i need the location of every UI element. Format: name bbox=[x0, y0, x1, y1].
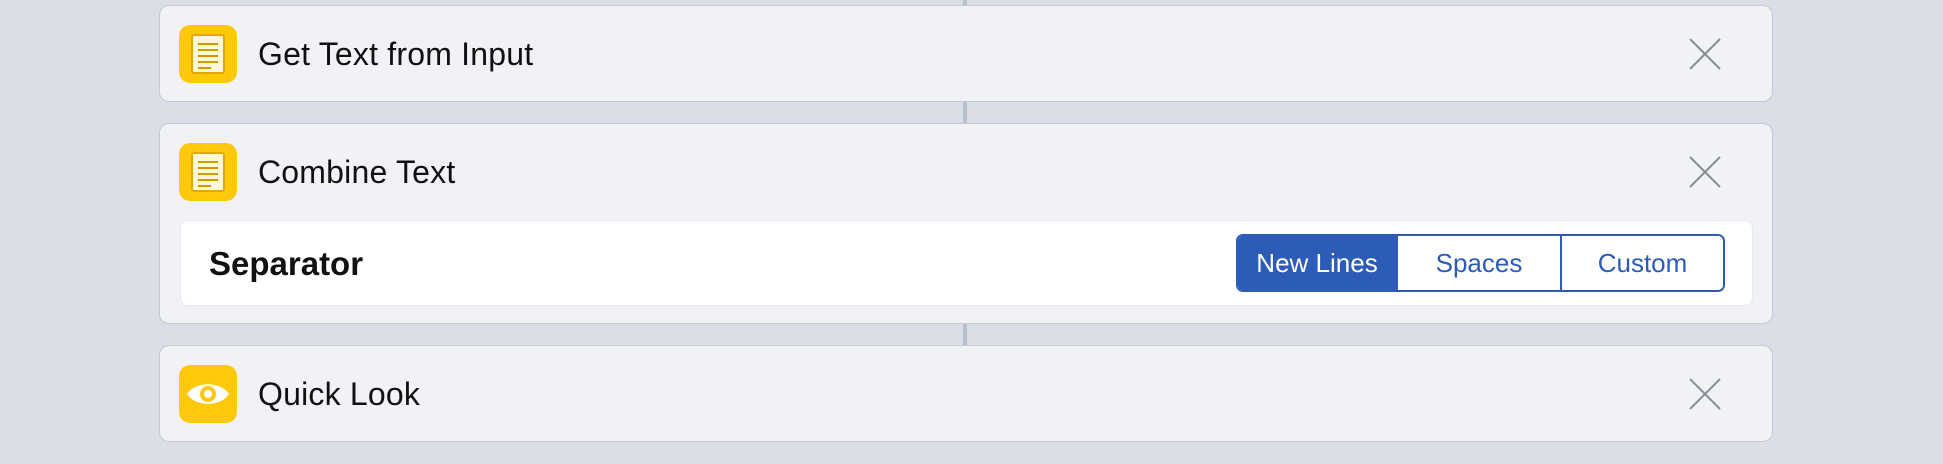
segment-spaces[interactable]: Spaces bbox=[1398, 236, 1562, 290]
parameter-label: Separator bbox=[209, 245, 364, 282]
action-card-quick-look[interactable]: Quick Look bbox=[159, 345, 1773, 442]
segment-custom[interactable]: Custom bbox=[1562, 236, 1723, 290]
separator-parameter: Separator New Lines Spaces Custom bbox=[180, 220, 1753, 306]
close-icon[interactable] bbox=[1686, 153, 1724, 191]
action-card-combine-text[interactable]: Combine Text Separator New Lines Spaces … bbox=[159, 123, 1773, 324]
action-header: Get Text from Input bbox=[160, 6, 1772, 102]
flow-connector bbox=[963, 101, 967, 124]
action-header: Combine Text bbox=[160, 124, 1772, 220]
action-title: Combine Text bbox=[258, 153, 456, 190]
close-icon[interactable] bbox=[1686, 375, 1724, 413]
document-icon bbox=[179, 143, 237, 201]
eye-icon bbox=[179, 365, 237, 423]
close-icon[interactable] bbox=[1686, 35, 1724, 73]
flow-connector bbox=[963, 323, 967, 346]
segment-new-lines[interactable]: New Lines bbox=[1238, 236, 1398, 290]
action-header: Quick Look bbox=[160, 346, 1772, 442]
action-card-get-text-from-input[interactable]: Get Text from Input bbox=[159, 5, 1773, 102]
action-title: Quick Look bbox=[258, 375, 421, 412]
action-title: Get Text from Input bbox=[258, 35, 534, 72]
separator-segmented-control[interactable]: New Lines Spaces Custom bbox=[1236, 234, 1725, 292]
workflow-canvas: Get Text from Input Combine Text Separat… bbox=[0, 0, 1943, 464]
document-icon bbox=[179, 25, 237, 83]
